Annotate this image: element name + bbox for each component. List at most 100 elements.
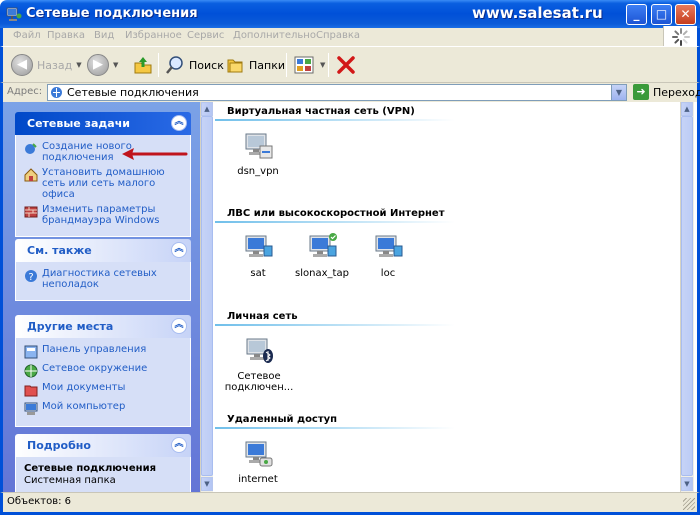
details-header[interactable]: Подробно ︽ [15,434,191,457]
network-connections-icon [6,7,22,21]
search-button[interactable]: Поиск [165,51,224,79]
my-documents-icon [24,385,38,397]
place-control-panel[interactable]: Панель управления [24,344,184,359]
lan-connected-icon [309,233,337,257]
scroll-down-icon[interactable]: ▼ [681,477,693,491]
menu-help[interactable]: Справка [316,30,360,41]
see-also-panel: См. также ︽ ? Диагностика сетевых непола… [15,239,191,301]
svg-text:?: ? [28,272,33,283]
task-firewall-settings[interactable]: Изменить параметры брандмауэра Windows [24,204,184,226]
see-also-title: См. также [27,244,92,257]
connection-internet[interactable]: internet [223,438,293,485]
details-panel: Подробно ︽ Сетевые подключения Системная… [15,434,191,492]
menu-bar: Файл Правка Вид Избранное Сервис Дополни… [0,28,700,46]
network-globe-icon [24,364,38,378]
views-icon [294,56,314,74]
address-dropdown-icon[interactable]: ▼ [611,85,626,100]
views-button[interactable]: ▼ [294,51,325,79]
connection-loc-label: loc [380,268,396,279]
lan-connection-icon [375,235,403,257]
see-also-header[interactable]: См. также ︽ [15,239,191,262]
address-label: Адрес: [7,86,43,97]
scroll-thumb[interactable] [681,116,693,476]
details-name: Сетевые подключения [24,463,157,474]
menu-file[interactable]: Файл [13,30,41,41]
delete-x-icon [337,56,355,74]
task-firewall-label: Изменить параметры брандмауэра Windows [42,204,160,226]
connection-slonax-tap[interactable]: slonax_tap [287,232,357,279]
scroll-down-icon[interactable]: ▼ [201,477,213,491]
connection-loc[interactable]: loc [353,232,423,279]
lan-connection-icon [245,235,273,257]
bluetooth-connection-icon [246,338,273,363]
go-arrow-icon: ➜ [633,84,649,100]
connection-sat-label: sat [250,268,266,279]
network-tasks-panel: Сетевые задачи ︽ Создание нового подключ… [15,112,191,237]
maximize-button[interactable]: □ [651,4,672,25]
menu-tools[interactable]: Сервис [187,30,224,41]
back-button[interactable]: ◀ Назад ▼ [11,51,82,79]
collapse-chevron-icon[interactable]: ︽ [171,437,187,453]
firewall-icon [24,206,38,218]
place-my-documents[interactable]: Мои документы [24,382,184,397]
menu-view[interactable]: Вид [94,30,114,41]
task-home-network[interactable]: Установить домашнюю сеть или сеть малого… [24,167,184,200]
throbber-icon [672,28,690,46]
other-places-header[interactable]: Другие места ︽ [15,315,191,338]
vpn-connection-icon [245,133,273,159]
back-dropdown-icon[interactable]: ▼ [76,61,81,69]
forward-arrow-icon: ▶ [87,54,109,76]
details-title: Подробно [27,439,91,452]
forward-button[interactable]: ▶ ▼ [87,51,118,79]
group-divider [215,427,455,429]
search-icon [166,56,183,74]
connection-dsn-vpn[interactable]: dsn_vpn [223,130,293,177]
collapse-chevron-icon[interactable]: ︽ [171,318,187,334]
scroll-up-icon[interactable]: ▲ [201,102,213,116]
folders-label: Папки [249,58,285,72]
minimize-button[interactable]: _ [626,4,647,25]
group-divider [215,324,455,326]
task-pane-scrollbar[interactable]: ▲ ▼ [200,102,213,492]
other-places-title: Другие места [27,320,114,333]
collapse-chevron-icon[interactable]: ︽ [171,242,187,258]
address-bar: Адрес: Сетевые подключения ▼ ➜ Переход [0,82,700,102]
back-label: Назад [37,58,73,72]
network-tasks-title: Сетевые задачи [27,117,130,130]
connections-view: Виртуальная частная сеть (VPN) dsn_vpn Л… [215,102,680,492]
title-bar[interactable]: Сетевые подключения www.salesat.ru _ □ ✕ [0,0,700,28]
content-scrollbar[interactable]: ▲ ▼ [680,102,694,492]
menu-favorites[interactable]: Избранное [125,30,182,41]
address-input[interactable]: Сетевые подключения ▼ [47,84,627,101]
search-label: Поиск [189,58,224,72]
network-tasks-header[interactable]: Сетевые задачи ︽ [15,112,191,135]
folders-button[interactable]: Папки [225,51,285,79]
scroll-thumb[interactable] [201,116,213,476]
close-button[interactable]: ✕ [675,4,696,25]
place-my-computer[interactable]: Мой компьютер [24,401,184,416]
up-folder-button[interactable] [133,51,153,79]
task-home-network-label: Установить домашнюю сеть или сеть малого… [42,167,165,200]
forward-dropdown-icon[interactable]: ▼ [113,61,118,69]
task-network-diagnostics[interactable]: ? Диагностика сетевых неполадок [24,268,184,290]
menu-advanced[interactable]: Дополнительно [233,30,316,41]
views-dropdown-icon[interactable]: ▼ [320,61,325,69]
scroll-up-icon[interactable]: ▲ [681,102,693,116]
activity-throbber [663,26,697,48]
back-arrow-icon: ◀ [11,54,33,76]
group-header-pan: Личная сеть [227,311,298,322]
connection-sat[interactable]: sat [223,232,293,279]
connection-bluetooth[interactable]: Сетевое подключен... [219,335,299,393]
collapse-chevron-icon[interactable]: ︽ [171,115,187,131]
place-network-neighborhood[interactable]: Сетевое окружение [24,363,184,378]
dialup-connection-icon [245,441,273,467]
connection-dsn-vpn-label: dsn_vpn [237,166,279,177]
place-control-panel-label: Панель управления [42,344,147,355]
group-header-lan: ЛВС или высокоскоростной Интернет [227,208,445,219]
delete-button[interactable] [336,51,356,79]
menu-edit[interactable]: Правка [47,30,85,41]
resize-grip-icon[interactable] [683,498,695,510]
status-object-count: Объектов: 6 [7,496,72,507]
go-button[interactable]: ➜ Переход [633,84,700,100]
help-icon: ? [25,270,37,283]
